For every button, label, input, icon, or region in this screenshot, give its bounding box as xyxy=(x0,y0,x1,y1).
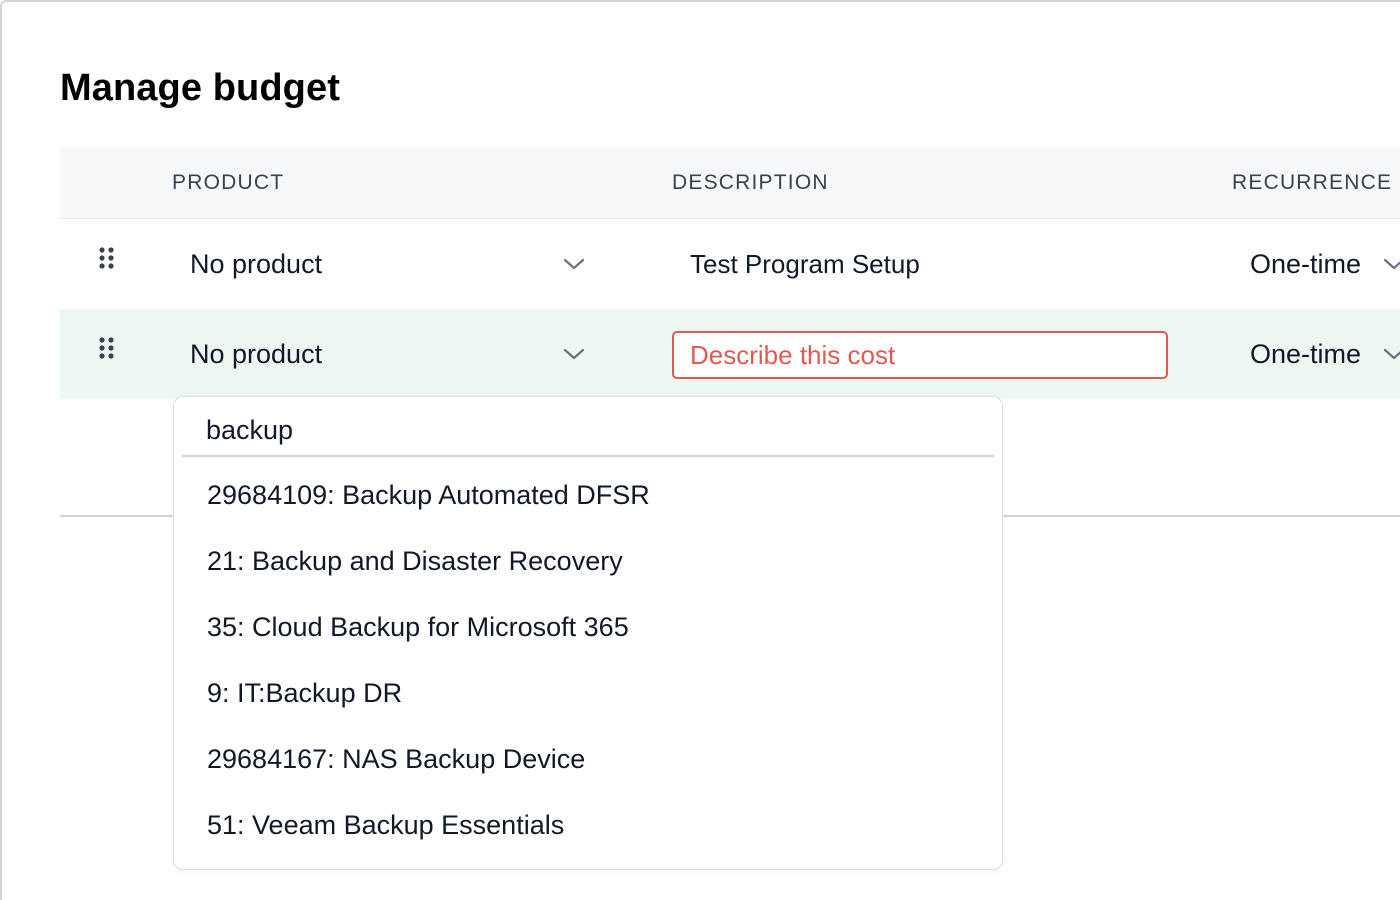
product-select[interactable]: No product xyxy=(172,329,592,379)
drag-handle-icon[interactable] xyxy=(98,245,118,275)
product-select[interactable]: No product xyxy=(172,239,592,289)
recurrence-select-value: One-time xyxy=(1250,339,1362,369)
column-header-description: DESCRIPTION xyxy=(672,171,829,194)
product-option[interactable]: 29684109: Backup Automated DFSR xyxy=(174,462,1002,528)
product-option[interactable]: 35: Cloud Backup for Microsoft 365 xyxy=(174,594,1002,660)
drag-handle-icon[interactable] xyxy=(98,335,118,365)
budget-table: PRODUCT DESCRIPTION RECURRENCE No produc… xyxy=(60,147,1400,399)
description-input[interactable] xyxy=(672,331,1168,379)
manage-budget-panel: Manage budget PRODUCT DESCRIPTION RECURR… xyxy=(0,0,1400,900)
product-option[interactable]: 21: Backup and Disaster Recovery xyxy=(174,528,1002,594)
product-option[interactable]: 9: IT:Backup DR xyxy=(174,660,1002,726)
product-search-input[interactable] xyxy=(182,405,994,457)
recurrence-select[interactable]: One-time xyxy=(1232,329,1400,379)
chevron-down-icon xyxy=(1382,254,1400,274)
chevron-down-icon xyxy=(562,344,586,364)
chevron-down-icon xyxy=(562,254,586,274)
description-text[interactable]: Test Program Setup xyxy=(690,239,920,289)
product-option[interactable]: 51: Veeam Backup Essentials xyxy=(174,792,1002,858)
column-header-product: PRODUCT xyxy=(172,171,285,194)
page-title: Manage budget xyxy=(60,67,340,109)
budget-row-active: No product One-time xyxy=(60,309,1400,399)
table-header: PRODUCT DESCRIPTION RECURRENCE xyxy=(60,147,1400,219)
column-header-recurrence: RECURRENCE xyxy=(1232,171,1393,194)
product-option[interactable]: 29684167: NAS Backup Device xyxy=(174,726,1002,792)
chevron-down-icon xyxy=(1382,344,1400,364)
budget-row: No product Test Program Setup One-time xyxy=(60,219,1400,309)
product-select-value: No product xyxy=(190,249,323,279)
recurrence-select-value: One-time xyxy=(1250,249,1362,279)
product-select-value: No product xyxy=(190,339,323,369)
product-dropdown: 29684109: Backup Automated DFSR 21: Back… xyxy=(173,396,1003,870)
product-options-list: 29684109: Backup Automated DFSR 21: Back… xyxy=(174,462,1002,858)
recurrence-select[interactable]: One-time xyxy=(1232,239,1400,289)
